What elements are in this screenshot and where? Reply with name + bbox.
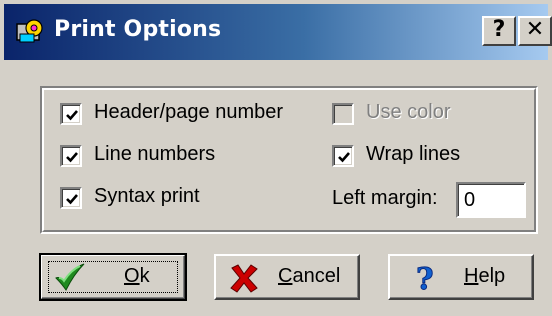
line-numbers-label: Line numbers: [94, 143, 216, 165]
header-page-number-checkbox[interactable]: [60, 103, 82, 125]
use-color-label: Use color: [366, 101, 451, 123]
syntax-print-label: Syntax print: [94, 185, 200, 207]
question-mark-icon: ?: [410, 262, 442, 298]
syntax-print-checkbox[interactable]: [60, 187, 82, 209]
header-page-number-label: Header/page number: [94, 101, 284, 123]
cancel-button[interactable]: Cancel: [214, 254, 360, 300]
cancel-label: Cancel: [278, 265, 341, 287]
ok-button[interactable]: Ok: [39, 253, 187, 301]
help-titlebar-button[interactable]: ?: [482, 16, 516, 46]
close-button[interactable]: ✕: [518, 16, 552, 46]
use-color-option: Use color: [332, 100, 492, 128]
help-button[interactable]: ? Help: [388, 254, 534, 300]
ok-label: Ok: [124, 265, 150, 287]
checkmark-icon: [54, 262, 86, 294]
use-color-checkbox: [332, 103, 354, 125]
window-title: Print Options: [54, 17, 222, 42]
title-bar[interactable]: Print Options ? ✕: [4, 4, 552, 60]
cross-icon: [228, 262, 260, 294]
wrap-lines-checkbox[interactable]: [332, 145, 354, 167]
print-options-dialog: Print Options ? ✕ Header/page number Lin…: [0, 0, 552, 316]
header-page-number-option[interactable]: Header/page number: [60, 100, 310, 128]
left-margin-input[interactable]: 0: [456, 182, 526, 218]
wrap-lines-option[interactable]: Wrap lines: [332, 142, 502, 170]
syntax-print-option[interactable]: Syntax print: [60, 184, 260, 212]
line-numbers-checkbox[interactable]: [60, 145, 82, 167]
svg-text:?: ?: [416, 262, 434, 294]
left-margin-label: Left margin:: [332, 187, 438, 209]
help-label: Help: [464, 265, 506, 287]
wrap-lines-label: Wrap lines: [366, 143, 461, 165]
line-numbers-option[interactable]: Line numbers: [60, 142, 260, 170]
gear-printer-icon: [14, 16, 46, 48]
